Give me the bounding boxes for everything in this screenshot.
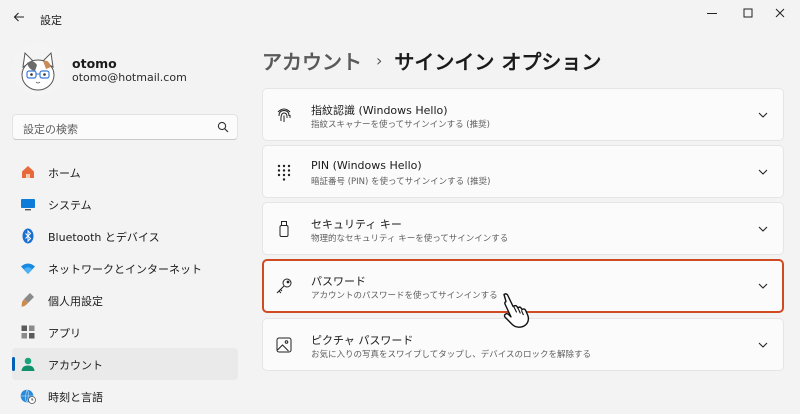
option-title: PIN (Windows Hello) xyxy=(311,159,422,172)
option-description: お気に入りの写真をスワイプしてタップし、デバイスのロックを解除する xyxy=(311,350,591,360)
sidebar-item-label: Bluetooth とデバイス xyxy=(48,231,160,244)
user-email: otomo@hotmail.com xyxy=(72,71,187,84)
option-title: セキュリティ キー xyxy=(311,218,402,231)
chevron-down-icon xyxy=(758,283,768,289)
avatar[interactable] xyxy=(13,45,63,95)
search-input[interactable]: 設定の検索 xyxy=(12,114,238,140)
option-description: 物理的なセキュリティ キーを使ってサインインする xyxy=(311,234,509,244)
user-name: otomo xyxy=(72,56,117,71)
close-button[interactable] xyxy=(768,4,792,22)
sidebar-item-time-language[interactable]: 時刻と言語 xyxy=(12,380,238,412)
sidebar-item-label: ネットワークとインターネット xyxy=(48,263,202,276)
sidebar-item-label: アカウント xyxy=(48,359,103,372)
sidebar-item-label: 個人用設定 xyxy=(48,295,103,308)
system-icon xyxy=(20,196,36,212)
sidebar-item-home[interactable]: ホーム xyxy=(12,156,238,188)
breadcrumb: アカウント › サインイン オプション xyxy=(262,44,601,76)
sidebar-item-label: アプリ xyxy=(48,327,81,340)
option-description: 暗証番号 (PIN) を使ってサインインする (推奨) xyxy=(311,177,491,187)
title-bar: 設定 xyxy=(0,0,800,38)
fingerprint-icon xyxy=(275,106,293,124)
sidebar-item-label: ホーム xyxy=(48,167,81,180)
breadcrumb-parent[interactable]: アカウント xyxy=(262,46,362,75)
bluetooth-icon xyxy=(20,228,36,244)
chevron-down-icon xyxy=(758,342,768,348)
sidebar-item-system[interactable]: システム xyxy=(12,188,238,220)
minimize-icon xyxy=(707,13,717,14)
option-title: 指紋認識 (Windows Hello) xyxy=(311,104,448,117)
search-icon xyxy=(217,121,229,133)
brush-icon xyxy=(20,292,36,308)
usb-key-icon xyxy=(275,220,293,238)
minimize-button[interactable] xyxy=(700,4,724,22)
option-security-key[interactable]: セキュリティ キー 物理的なセキュリティ キーを使ってサインインする xyxy=(262,202,784,255)
sidebar-nav: ホーム システム Bluetooth とデバイス ネットワークとインターネット … xyxy=(12,156,238,412)
hand-pointer-icon xyxy=(503,293,530,328)
back-arrow-icon xyxy=(13,12,24,22)
maximize-button[interactable] xyxy=(736,4,760,22)
breadcrumb-separator: › xyxy=(376,50,383,70)
key-icon xyxy=(275,277,293,295)
account-icon xyxy=(20,356,36,372)
back-button[interactable] xyxy=(10,10,28,28)
chevron-down-icon xyxy=(758,169,768,175)
option-description: 指紋スキャナーを使ってサインインする (推奨) xyxy=(311,120,490,130)
sidebar-item-label: 時刻と言語 xyxy=(48,391,103,404)
maximize-icon xyxy=(743,8,753,18)
option-pin[interactable]: PIN (Windows Hello) 暗証番号 (PIN) を使ってサインイン… xyxy=(262,145,784,198)
apps-icon xyxy=(20,324,36,340)
cat-avatar-icon xyxy=(13,45,63,95)
close-icon xyxy=(775,8,785,18)
sidebar-item-apps[interactable]: アプリ xyxy=(12,316,238,348)
option-title: ピクチャ パスワード xyxy=(311,334,414,347)
sidebar-item-label: システム xyxy=(48,199,92,212)
search-placeholder: 設定の検索 xyxy=(23,123,78,136)
page-title: サインイン オプション xyxy=(394,49,602,74)
sidebar-item-network[interactable]: ネットワークとインターネット xyxy=(12,252,238,284)
sidebar-item-personalization[interactable]: 個人用設定 xyxy=(12,284,238,316)
chevron-down-icon xyxy=(758,226,768,232)
option-title: パスワード xyxy=(311,275,366,288)
chevron-down-icon xyxy=(758,112,768,118)
sidebar-item-bluetooth[interactable]: Bluetooth とデバイス xyxy=(12,220,238,252)
sidebar-item-accounts[interactable]: アカウント xyxy=(12,348,238,380)
home-icon xyxy=(20,164,36,180)
wifi-icon xyxy=(20,260,36,276)
active-indicator xyxy=(12,357,15,371)
option-description: アカウントのパスワードを使ってサインインする xyxy=(311,291,498,301)
picture-icon xyxy=(275,336,293,354)
option-fingerprint[interactable]: 指紋認識 (Windows Hello) 指紋スキャナーを使ってサインインする … xyxy=(262,88,784,141)
globe-clock-icon xyxy=(20,388,36,404)
pin-keypad-icon xyxy=(275,163,293,181)
app-title: 設定 xyxy=(40,14,62,27)
